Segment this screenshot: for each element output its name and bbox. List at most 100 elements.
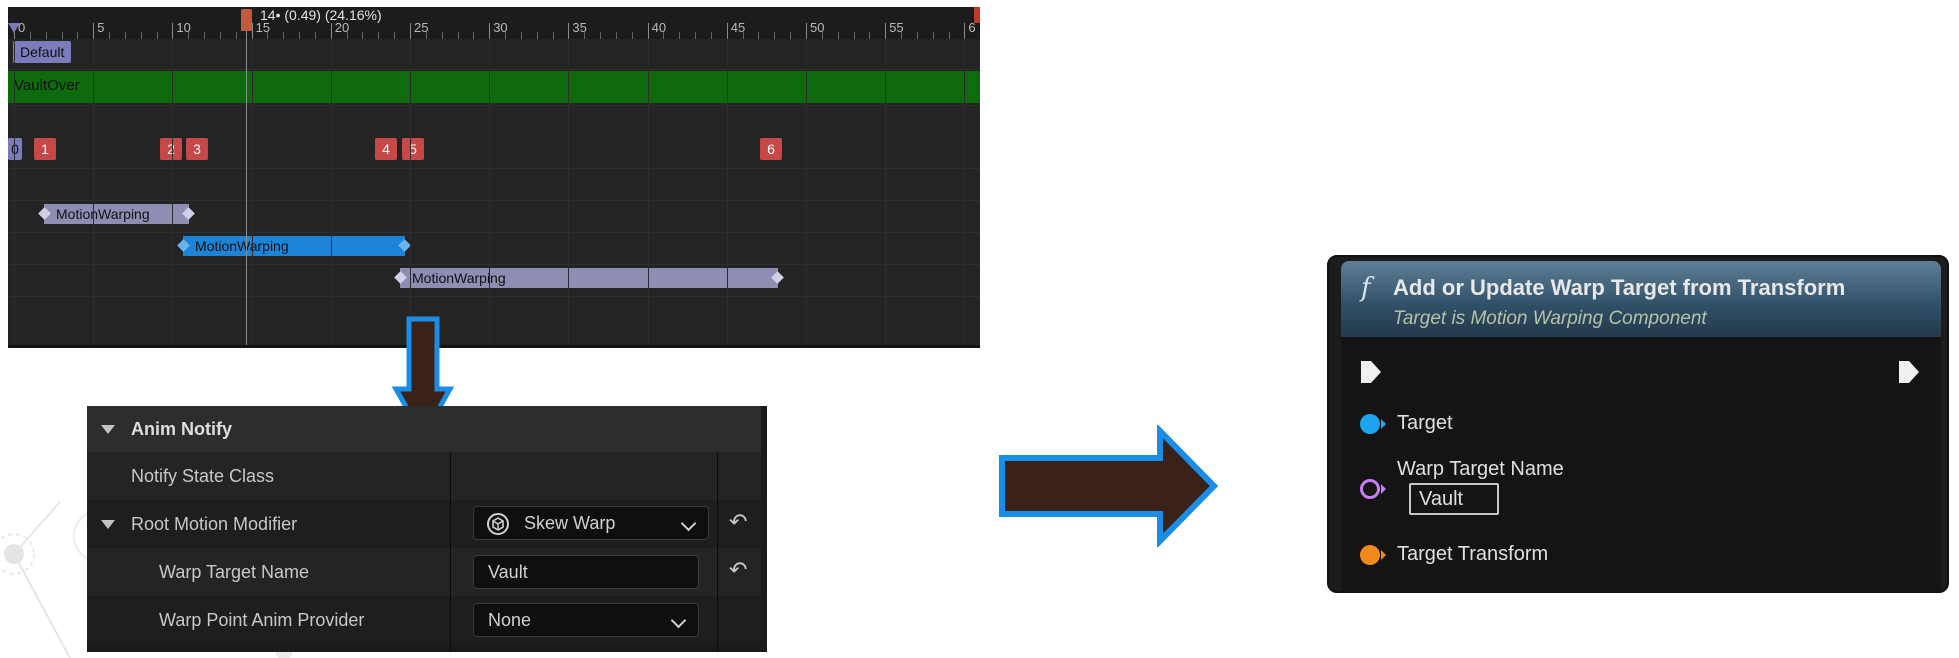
target-transform-pin-label: Target Transform (1397, 543, 1549, 565)
ruler-minor-tick (948, 32, 950, 39)
ruler-minor-tick (124, 32, 126, 39)
reset-to-default-icon[interactable]: ↶ (729, 509, 747, 535)
warp-target-name-pin-label: Warp Target Name (1397, 458, 1564, 480)
warp-target-name-input[interactable]: Vault (1409, 483, 1499, 515)
ruler-minor-tick (378, 32, 380, 39)
ruler-minor-tick (584, 32, 586, 39)
montage-section-label: VaultOver (14, 77, 80, 94)
ruler-minor-tick (663, 32, 665, 39)
end-marker-icon[interactable] (974, 7, 980, 23)
playhead-line[interactable] (246, 21, 247, 345)
start-marker-icon[interactable] (8, 23, 20, 33)
ruler-minor-tick (932, 32, 934, 39)
motion-warping-label: MotionWarping (56, 206, 150, 222)
notify-state-class-label: Notify State Class (131, 466, 275, 486)
ruler-minor-tick (235, 32, 237, 39)
notify-marker[interactable]: 6 (760, 138, 782, 160)
default-slot-track[interactable]: Default (13, 41, 72, 63)
warp-target-name-pin-icon[interactable] (1359, 477, 1387, 501)
playhead-handle[interactable] (241, 9, 252, 31)
ruler-major-tick (885, 23, 887, 39)
ruler-minor-tick (394, 32, 396, 39)
grid-line (14, 39, 15, 345)
blueprint-function-node[interactable]: f Add or Update Warp Target from Transfo… (1327, 255, 1949, 593)
node-header[interactable]: f Add or Update Warp Target from Transfo… (1341, 261, 1941, 337)
diamond-handle-icon[interactable] (394, 271, 407, 284)
grid-line (410, 39, 411, 345)
ruler-major-tick (172, 23, 174, 39)
anim-notify-section-header[interactable]: Anim Notify (87, 406, 761, 453)
diamond-handle-icon[interactable] (177, 239, 190, 252)
notify-marker[interactable]: 1 (34, 138, 56, 160)
ruler-minor-tick (473, 32, 475, 39)
warp-point-anim-provider-dropdown[interactable]: None (473, 603, 699, 637)
ruler-tick-label: 5 (97, 20, 105, 35)
collapse-triangle-icon[interactable] (101, 425, 115, 434)
motion-warping-state[interactable]: MotionWarping (38, 204, 195, 224)
root-motion-modifier-dropdown[interactable]: Skew Warp (473, 506, 709, 540)
diamond-handle-icon[interactable] (771, 271, 784, 284)
track-divider (8, 296, 980, 297)
ruler-minor-tick (188, 32, 190, 39)
section-title: Anim Notify (131, 419, 232, 439)
collapse-triangle-icon[interactable] (101, 520, 115, 529)
notify-marker[interactable]: 3 (186, 138, 208, 160)
column-splitter[interactable] (450, 452, 451, 652)
notify-marker[interactable]: 2 (160, 138, 182, 160)
reset-to-default-icon[interactable]: ↶ (729, 557, 747, 583)
ruler-minor-tick (299, 32, 301, 39)
exec-out-pin-icon[interactable] (1897, 359, 1921, 385)
ruler-minor-tick (520, 32, 522, 39)
grid-line (726, 39, 728, 345)
ruler-minor-tick (283, 32, 285, 39)
notify-marker[interactable]: 4 (375, 138, 397, 160)
warp-target-name-input[interactable]: Vault (473, 555, 699, 589)
ruler-major-tick (93, 23, 95, 39)
ruler-minor-tick (441, 32, 443, 39)
motion-warping-state[interactable]: MotionWarping (177, 236, 411, 256)
ruler-minor-tick (61, 32, 63, 39)
chevron-down-icon (670, 612, 687, 629)
warp-point-anim-provider-label: Warp Point Anim Provider (159, 610, 365, 630)
ruler-minor-tick (869, 32, 871, 39)
ruler-major-tick (489, 23, 491, 39)
target-transform-pin-icon[interactable] (1359, 543, 1387, 567)
diamond-handle-icon[interactable] (38, 207, 51, 220)
node-subtitle: Target is Motion Warping Component (1393, 308, 1707, 329)
diamond-handle-icon[interactable] (182, 207, 195, 220)
grid-line (568, 39, 570, 345)
ruler-major-tick (330, 23, 332, 39)
montage-section-bar[interactable] (8, 71, 980, 103)
ruler-minor-tick (29, 32, 31, 39)
modifier-class-icon (487, 513, 509, 535)
ruler-minor-tick (837, 32, 839, 39)
target-object-pin-icon[interactable] (1359, 412, 1387, 436)
anim-montage-timeline[interactable]: Default VaultOver 0 1 2 3 4 5 6 MotionWa… (8, 7, 980, 348)
diamond-handle-icon[interactable] (398, 239, 411, 252)
grid-line (806, 39, 807, 345)
ruler-minor-tick (362, 32, 364, 39)
root-motion-modifier-row: Root Motion Modifier Skew Warp ↶ (87, 500, 761, 548)
ruler-minor-tick (600, 32, 602, 39)
warp-target-name-label: Warp Target Name (159, 562, 310, 582)
motion-warping-label: MotionWarping (195, 238, 289, 254)
track-divider (8, 168, 980, 169)
grid-line (647, 39, 649, 345)
ruler-major-tick (964, 23, 966, 39)
chevron-down-icon (680, 515, 697, 532)
grid-line (885, 39, 887, 345)
ruler-major-tick (647, 23, 649, 39)
ruler-major-tick (410, 23, 411, 39)
ruler-major-tick (568, 23, 570, 39)
grid-line (964, 39, 966, 345)
notify-marker[interactable]: 5 (402, 138, 424, 160)
ruler-minor-tick (346, 32, 348, 39)
target-pin-label: Target (1397, 412, 1453, 434)
ruler-minor-tick (774, 32, 776, 39)
notify-marker[interactable]: 0 (8, 138, 22, 160)
ruler-minor-tick (156, 32, 158, 39)
ruler-minor-tick (742, 32, 744, 39)
motion-warping-state[interactable]: MotionWarping (394, 268, 784, 288)
exec-in-pin-icon[interactable] (1359, 359, 1383, 385)
ruler-minor-tick (552, 32, 554, 39)
